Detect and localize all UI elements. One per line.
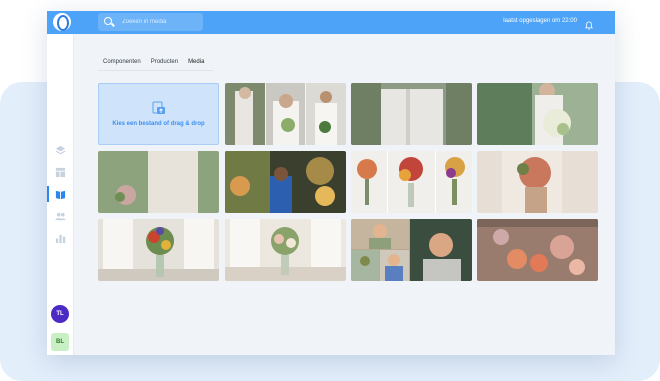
book-icon <box>55 190 66 200</box>
tab-media[interactable]: Media <box>183 57 210 71</box>
sidebar-item-layers[interactable] <box>47 142 74 158</box>
app-window: laatst opgeslagen om 22:00 TL BL Compone… <box>47 11 615 355</box>
media-thumbnail[interactable] <box>98 219 219 281</box>
sidebar: TL BL <box>47 34 74 355</box>
media-thumbnail[interactable] <box>351 83 472 145</box>
media-thumbnail[interactable] <box>225 83 346 145</box>
sidebar-item-layout[interactable] <box>47 164 74 180</box>
chart-icon <box>55 234 66 244</box>
upload-dropzone[interactable]: Kies een bestand of drag & drop <box>98 83 219 145</box>
search-input[interactable] <box>122 14 200 30</box>
tab-producten[interactable]: Producten <box>146 57 183 71</box>
users-icon <box>55 212 66 221</box>
sidebar-item-users[interactable] <box>47 208 74 224</box>
search-box[interactable] <box>98 13 203 31</box>
layers-icon <box>55 145 66 155</box>
top-bar: laatst opgeslagen om 22:00 <box>47 11 615 34</box>
media-thumbnail[interactable] <box>351 219 472 281</box>
avatar[interactable]: TL <box>51 305 69 323</box>
sidebar-item-analytics[interactable] <box>47 230 74 246</box>
media-thumbnail[interactable] <box>351 151 472 213</box>
media-thumbnail[interactable] <box>225 151 346 213</box>
media-thumbnail[interactable] <box>98 151 219 213</box>
tab-bar: Componenten Producten Media <box>98 57 210 71</box>
media-thumbnail[interactable] <box>477 151 598 213</box>
search-icon <box>104 17 112 25</box>
app-logo[interactable] <box>53 13 71 31</box>
tab-componenten[interactable]: Componenten <box>98 57 146 71</box>
media-thumbnail[interactable] <box>477 83 598 145</box>
media-thumbnail[interactable] <box>225 219 346 281</box>
sidebar-item-media[interactable] <box>47 186 74 202</box>
tab-divider <box>98 70 213 71</box>
saved-status: laatst opgeslagen om 22:00 <box>503 18 577 24</box>
media-thumbnail[interactable] <box>477 219 598 281</box>
upload-icon <box>152 101 165 114</box>
layout-icon <box>55 167 66 178</box>
upload-label: Kies een bestand of drag & drop <box>112 121 205 127</box>
avatar[interactable]: BL <box>51 333 69 351</box>
bell-icon[interactable] <box>585 17 593 30</box>
